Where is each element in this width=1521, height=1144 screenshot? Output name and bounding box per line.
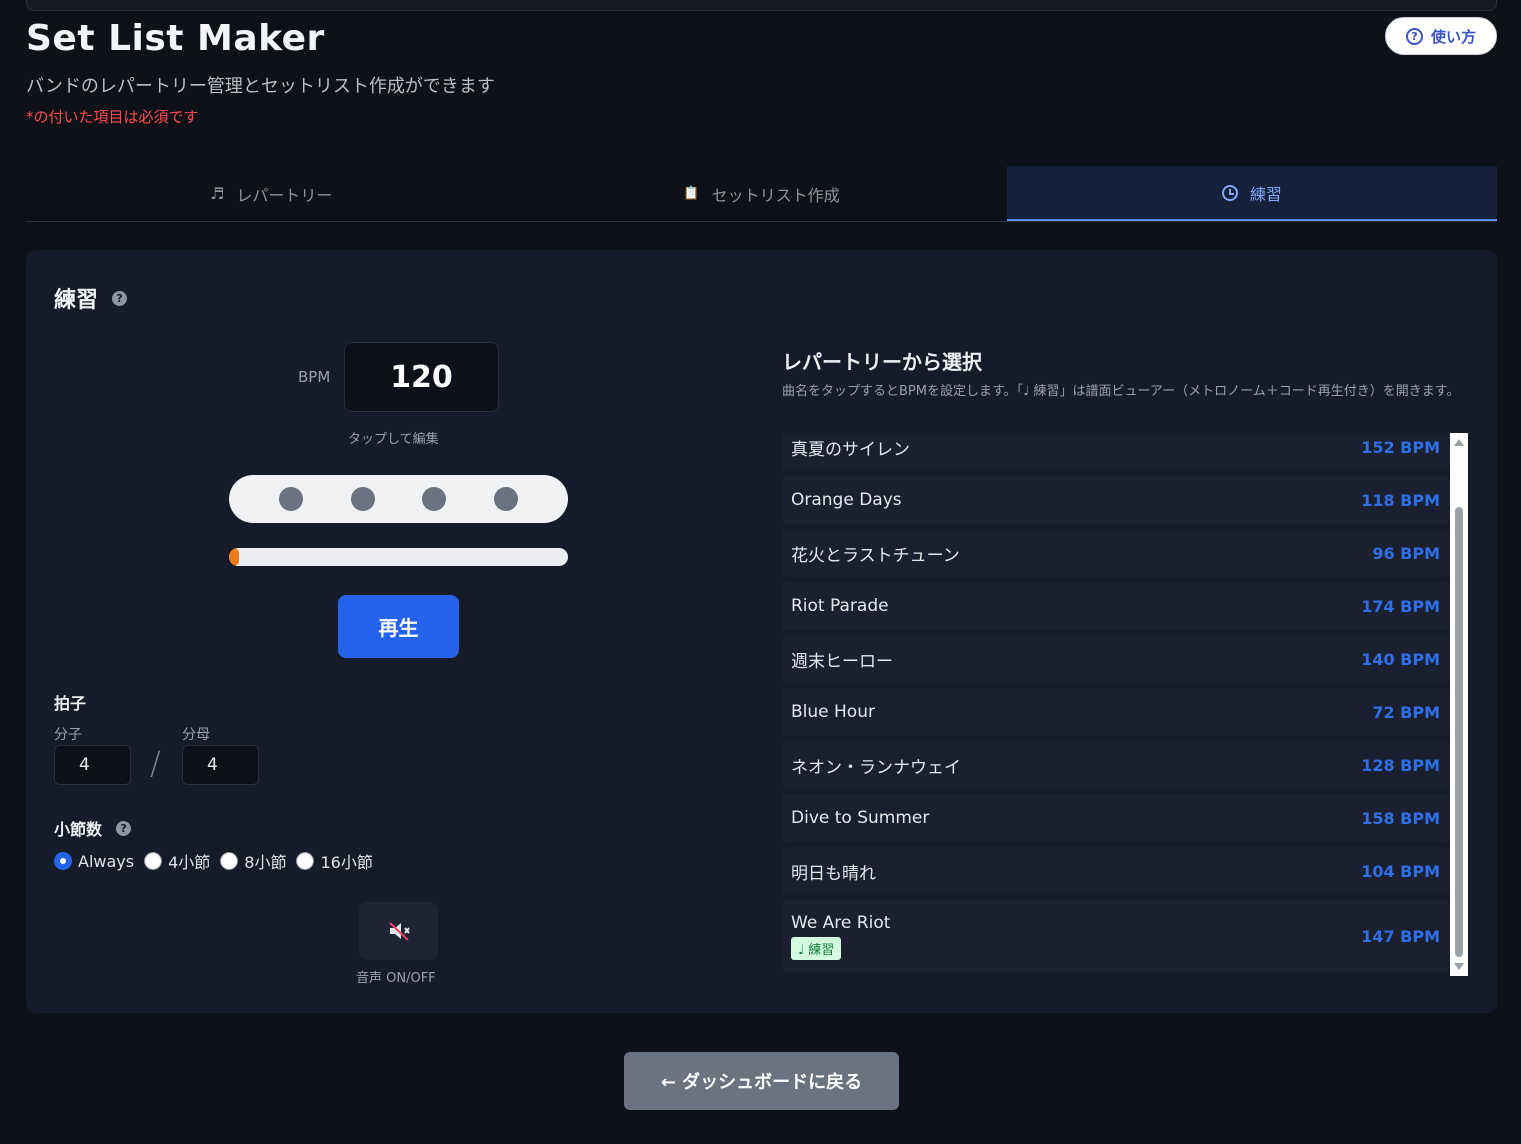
song-name: Dive to Summer	[791, 808, 930, 828]
song-bpm: 128 BPM	[1361, 755, 1440, 775]
song-name: 週末ヒーロー	[791, 651, 893, 672]
numerator-label: 分子	[54, 727, 82, 743]
denominator-label: 分母	[182, 727, 210, 743]
tab-repertoire-label: レパートリー	[236, 185, 333, 205]
back-to-dashboard-button[interactable]: ← ダッシュボードに戻る	[624, 1052, 899, 1110]
beat-dot	[350, 487, 375, 511]
song-bpm: 72 BPM	[1372, 702, 1440, 722]
song-row[interactable]: ネオン・ランナウェイ 128 BPM	[782, 741, 1450, 789]
bars-option-8[interactable]: 8小節	[220, 849, 286, 873]
sound-toggle-button[interactable]	[359, 902, 438, 960]
song-row[interactable]: Dive to Summer 158 BPM	[782, 794, 1450, 842]
song-bpm: 140 BPM	[1361, 649, 1440, 669]
song-name: Orange Days	[791, 490, 902, 510]
required-note: *の付いた項目は必須です	[26, 108, 199, 126]
beat-dot	[422, 487, 447, 511]
song-row[interactable]: 明日も晴れ 104 BPM	[782, 847, 1450, 895]
song-name: Blue Hour	[791, 702, 875, 722]
bar-progress-fill	[229, 548, 240, 566]
song-row[interactable]: Blue Hour 72 BPM	[782, 688, 1450, 736]
help-button-label: 使い方	[1430, 27, 1476, 46]
play-button[interactable]: 再生	[338, 595, 459, 658]
song-name: Riot Parade	[791, 596, 889, 616]
numerator-input[interactable]: 4	[54, 745, 131, 785]
scroll-down-arrow-icon[interactable]	[1454, 963, 1464, 970]
radio-icon[interactable]	[220, 852, 239, 870]
sound-toggle-label: 音声 ON/OFF	[356, 971, 436, 986]
radio-label: Always	[78, 851, 135, 871]
denominator-input[interactable]: 4	[182, 745, 259, 785]
bars-option-4[interactable]: 4小節	[144, 849, 210, 873]
app-subtitle: バンドのレパートリー管理とセットリスト作成ができます	[26, 76, 495, 97]
clipboard-icon: 📋	[683, 186, 700, 201]
song-bpm: 96 BPM	[1372, 543, 1440, 563]
time-signature-separator: /	[150, 744, 161, 782]
song-bpm: 152 BPM	[1361, 437, 1440, 457]
song-row[interactable]: Riot Parade 174 BPM	[782, 582, 1450, 630]
song-row[interactable]: 真夏のサイレン 152 BPM	[782, 433, 1450, 471]
main-tabs: ♬ レパートリー 📋 セットリスト作成 練習	[26, 166, 1497, 222]
bar-progress	[229, 548, 568, 566]
app-title: Set List Maker	[26, 18, 325, 59]
mute-speaker-icon	[388, 922, 410, 941]
song-name: We Are Riot	[791, 912, 891, 933]
song-name: 明日も晴れ	[791, 863, 876, 884]
radio-icon[interactable]	[296, 852, 315, 870]
practice-title-text: 練習	[54, 288, 99, 313]
repertoire-select-description: 曲名をタップするとBPMを設定します。「♩ 練習」は譜面ビューアー（メトロノーム…	[782, 384, 1460, 399]
help-icon[interactable]: ?	[116, 820, 132, 836]
song-name: 花火とラストチューン	[791, 545, 960, 566]
help-icon[interactable]: ?	[112, 290, 128, 306]
bars-option-16[interactable]: 16小節	[296, 849, 373, 873]
tab-practice[interactable]: 練習	[1006, 166, 1497, 221]
clock-icon	[1221, 184, 1238, 201]
bpm-label: BPM	[298, 368, 331, 386]
repertoire-select-title: レパートリーから選択	[782, 350, 982, 374]
beat-dot	[494, 487, 519, 511]
song-name: 真夏のサイレン	[791, 439, 910, 460]
help-button[interactable]: ? 使い方	[1385, 17, 1497, 55]
song-list-scrollbar[interactable]	[1450, 433, 1468, 976]
radio-label: 8小節	[244, 853, 287, 872]
tab-practice-label: 練習	[1249, 184, 1282, 204]
tab-setlist[interactable]: 📋 セットリスト作成	[516, 166, 1006, 221]
scroll-thumb[interactable]	[1455, 507, 1463, 957]
bars-radio-group: Always 4小節 8小節 16小節	[54, 849, 373, 873]
bars-option-always[interactable]: Always	[54, 849, 134, 873]
song-bpm: 118 BPM	[1361, 490, 1440, 510]
bpm-input[interactable]: 120	[344, 342, 499, 412]
radio-icon[interactable]	[144, 852, 163, 870]
bars-title: 小節数 ?	[54, 816, 132, 840]
beat-indicator	[229, 475, 568, 523]
beat-dot	[278, 487, 303, 511]
song-bpm: 104 BPM	[1361, 861, 1440, 881]
song-list: 真夏のサイレン 152 BPM Orange Days 118 BPM 花火とラ…	[782, 433, 1468, 976]
song-bpm: 158 BPM	[1361, 808, 1440, 828]
help-circle-icon: ?	[1405, 27, 1423, 45]
scroll-up-arrow-icon[interactable]	[1454, 439, 1464, 446]
top-container-edge	[26, 0, 1497, 11]
song-row[interactable]: 花火とラストチューン 96 BPM	[782, 529, 1450, 577]
bpm-hint: タップして編集	[348, 432, 439, 447]
song-name: ネオン・ランナウェイ	[791, 757, 961, 778]
song-info: We Are Riot ♩ 練習	[791, 913, 890, 960]
practice-title: 練習 ?	[54, 282, 128, 314]
radio-label: 16小節	[320, 853, 373, 872]
time-signature-title: 拍子	[54, 694, 87, 713]
radio-selected-icon[interactable]	[54, 852, 72, 870]
song-row[interactable]: 週末ヒーロー 140 BPM	[782, 635, 1450, 683]
song-bpm: 147 BPM	[1361, 926, 1440, 946]
bars-title-text: 小節数	[54, 820, 103, 839]
song-bpm: 174 BPM	[1361, 596, 1440, 616]
tab-repertoire[interactable]: ♬ レパートリー	[26, 166, 516, 221]
radio-label: 4小節	[168, 853, 211, 872]
song-row[interactable]: Orange Days 118 BPM	[782, 476, 1450, 524]
practice-badge-button[interactable]: ♩ 練習	[791, 936, 842, 960]
song-row[interactable]: We Are Riot ♩ 練習 147 BPM	[782, 900, 1450, 972]
tab-setlist-label: セットリスト作成	[711, 185, 840, 205]
practice-panel: 練習 ? BPM 120 タップして編集 再生 拍子 分子 分母 4 / 4 小…	[26, 250, 1497, 1013]
music-note-icon: ♬	[209, 184, 225, 203]
